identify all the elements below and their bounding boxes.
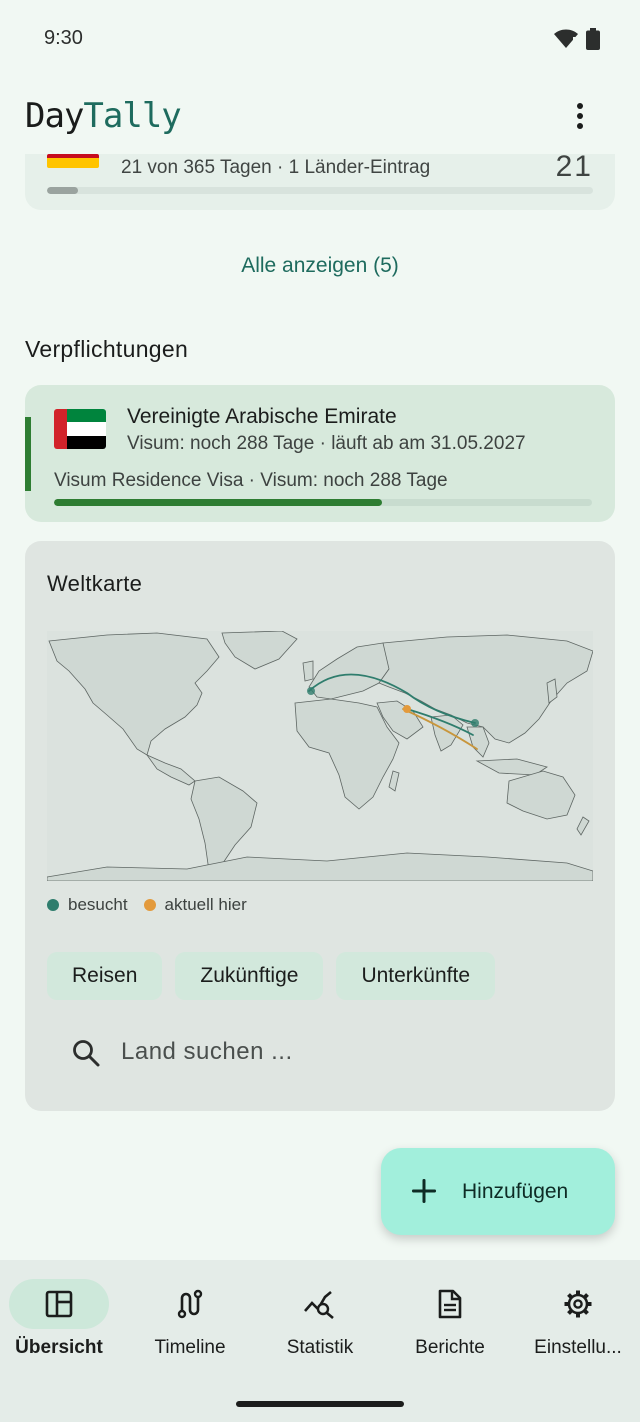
obligation-visa-line: Visum Residence Visa · Visum: noch 288 T… <box>54 470 448 491</box>
nav-label-overview: Übersicht <box>15 1337 103 1358</box>
obligation-detail: Visum: noch 288 Tage · läuft ab am 31.05… <box>127 433 526 454</box>
obligation-country: Vereinigte Arabische Emirate <box>127 405 397 428</box>
country-entry-card[interactable]: 21 von 365 Tagen · 1 Länder-Eintrag 21 <box>25 154 615 210</box>
obligations-title: Verpflichtungen <box>25 336 189 362</box>
country-entry-summary: 21 von 365 Tagen · 1 Länder-Eintrag <box>121 157 431 178</box>
more-vert-icon-dot <box>577 113 583 119</box>
wifi-alert-icon <box>554 29 578 48</box>
nav-label-statistics: Statistik <box>286 1337 354 1358</box>
status-time: 9:30 <box>44 27 83 49</box>
nav-item-reports-indicator <box>400 1279 500 1329</box>
visited-marker <box>307 687 315 695</box>
show-all-link[interactable]: Alle anzeigen (5) <box>0 254 640 278</box>
country-entry-count: 21 <box>555 154 593 183</box>
obligation-card[interactable]: Vereinigte Arabische Emirate Visum: noch… <box>25 385 615 522</box>
home-indicator[interactable] <box>236 1401 404 1407</box>
add-button-label: Hinzufügen <box>462 1180 569 1203</box>
app-title-day: Day <box>25 96 84 136</box>
nav-item-settings[interactable]: Einstellu... <box>514 1278 640 1378</box>
chip-accommodations[interactable]: Unterkünfte <box>336 952 495 1000</box>
obligation-progress-fill <box>54 499 383 506</box>
app-bar: DayTally <box>0 78 640 154</box>
country-search-input[interactable] <box>121 1018 561 1086</box>
nav-item-timeline[interactable]: Timeline <box>126 1278 254 1378</box>
plus-icon <box>412 1179 436 1203</box>
overview-scroll-area[interactable]: 21 von 365 Tagen · 1 Länder-Eintrag 21 A… <box>0 154 640 1260</box>
nav-item-reports[interactable]: Berichte <box>386 1278 514 1378</box>
map-legend: besucht aktuell hier <box>47 895 247 915</box>
app-title: DayTally <box>25 96 182 136</box>
chip-trips[interactable]: Reisen <box>47 952 163 1000</box>
statistics-icon <box>304 1291 334 1319</box>
report-icon <box>438 1289 462 1319</box>
search-icon <box>73 1040 100 1067</box>
world-map-card: Weltkarte besucht aktuell hier Reisen Zu… <box>25 541 615 1111</box>
country-search-bar[interactable] <box>47 1018 593 1086</box>
legend-visited-label: besucht <box>68 895 128 914</box>
obligation-accent-bar <box>25 417 31 491</box>
nav-item-overview-indicator <box>9 1279 109 1329</box>
more-vert-icon <box>577 103 583 109</box>
visited-marker <box>471 719 479 727</box>
chip-upcoming[interactable]: Zukünftige <box>175 952 324 1000</box>
app-title-tally: Tally <box>83 96 181 136</box>
battery-icon <box>586 28 600 50</box>
nav-label-settings: Einstellu... <box>534 1337 622 1358</box>
uae-flag-icon <box>54 409 106 449</box>
legend-visited: besucht <box>47 895 128 915</box>
nav-item-overview[interactable]: Übersicht <box>0 1278 123 1378</box>
add-button[interactable]: Hinzufügen <box>381 1148 615 1235</box>
nav-label-timeline: Timeline <box>154 1337 226 1358</box>
spain-flag-icon <box>47 154 99 168</box>
bottom-navigation: Übersicht Timeline Statistik Berichte Ei… <box>0 1260 640 1422</box>
map-filter-chips: Reisen Zukünftige Unterkünfte <box>47 952 495 1000</box>
world-map[interactable] <box>47 631 593 881</box>
overflow-menu-button[interactable] <box>568 100 592 132</box>
status-icons <box>554 28 600 50</box>
current-location-marker <box>403 705 411 713</box>
nav-item-statistics-indicator <box>270 1279 370 1329</box>
dashboard-icon <box>45 1290 73 1318</box>
nav-item-timeline-indicator <box>140 1279 240 1329</box>
legend-current: aktuell hier <box>143 895 247 915</box>
nav-item-statistics[interactable]: Statistik <box>256 1278 384 1378</box>
legend-current-dot <box>143 899 156 911</box>
status-bar: 9:30 <box>0 0 640 78</box>
nav-item-settings-indicator <box>528 1279 628 1329</box>
more-vert-icon-dot <box>577 123 583 129</box>
world-map-title: Weltkarte <box>47 571 143 596</box>
legend-visited-dot <box>47 899 59 911</box>
country-entry-progress <box>47 187 593 194</box>
timeline-icon <box>177 1289 203 1319</box>
country-entry-progress-fill <box>47 187 79 194</box>
legend-current-label: aktuell hier <box>164 895 247 914</box>
obligation-progress <box>54 499 592 506</box>
nav-label-reports: Berichte <box>415 1337 485 1358</box>
settings-icon <box>564 1290 592 1318</box>
